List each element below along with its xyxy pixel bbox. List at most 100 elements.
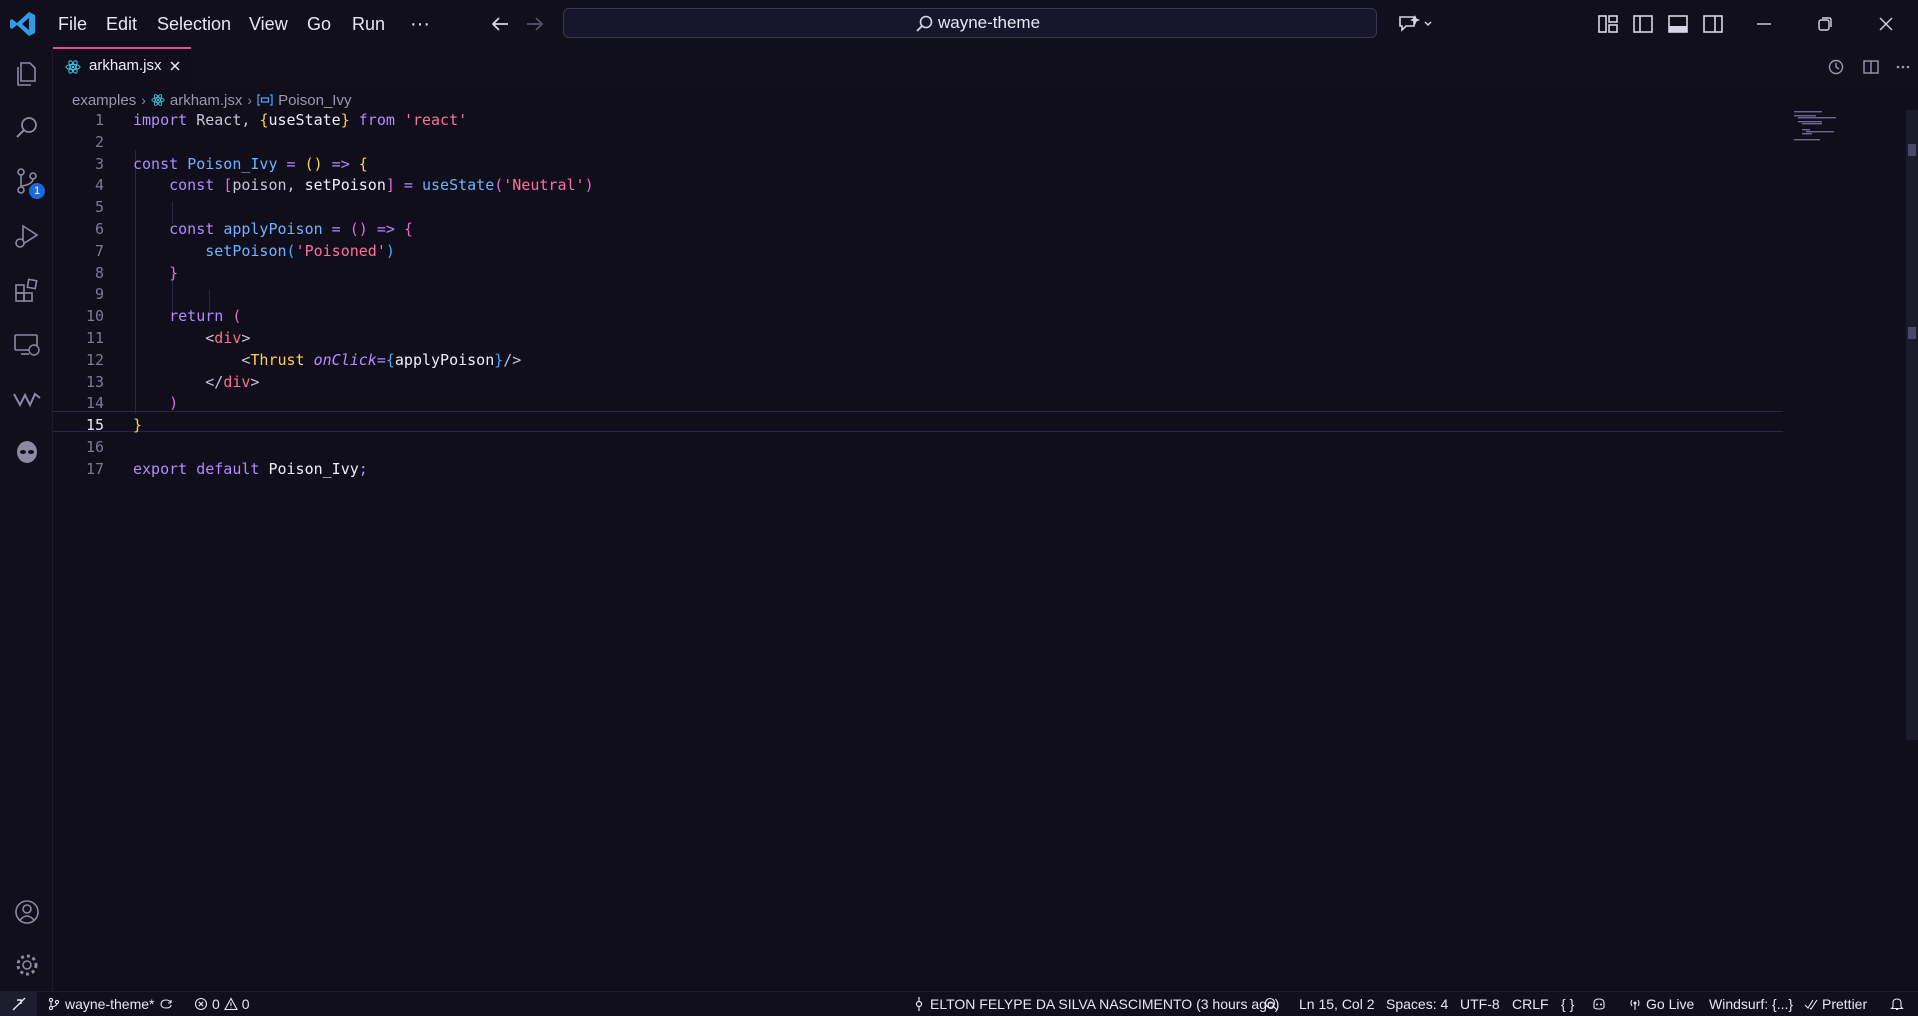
code-token: poison, xyxy=(232,176,305,195)
status-encoding[interactable]: UTF-8 xyxy=(1460,995,1500,1013)
code-line[interactable]: 9 xyxy=(53,284,1783,305)
code-line[interactable]: 12 <Thrust onClick={applyPoison}/> xyxy=(53,350,1783,371)
explorer-icon[interactable] xyxy=(12,59,42,89)
close-window-icon[interactable] xyxy=(1874,12,1898,36)
line-number: 14 xyxy=(85,394,104,413)
code-token: > xyxy=(241,329,251,347)
code-token: ) xyxy=(169,394,179,413)
code-line[interactable]: 10 return ( xyxy=(53,306,1783,327)
breadcrumb-file[interactable]: arkham.jsx xyxy=(170,92,243,109)
code-line[interactable]: 1 import React, {useState} from 'react' xyxy=(53,110,1783,131)
minimap[interactable] xyxy=(1790,110,1870,150)
status-branch[interactable]: wayne-theme* xyxy=(47,995,173,1013)
menu-edit[interactable]: Edit xyxy=(102,12,141,36)
code-line[interactable]: 2 xyxy=(53,132,1783,153)
code-line[interactable]: 15} xyxy=(53,415,1783,436)
status-windsurf[interactable]: Windsurf: {...} xyxy=(1709,995,1793,1013)
code-token: } xyxy=(133,416,143,435)
code-token: > xyxy=(250,372,260,391)
code-line[interactable]: 8 } xyxy=(53,263,1783,284)
menu-file[interactable]: File xyxy=(54,12,91,36)
cursor-position-text: Ln 15, Col 2 xyxy=(1299,996,1375,1012)
vertical-scrollbar[interactable] xyxy=(1906,110,1918,740)
toggle-secondary-sidebar-icon[interactable] xyxy=(1701,12,1725,36)
back-arrow-icon[interactable] xyxy=(488,12,512,36)
code-text: } xyxy=(133,415,142,436)
code-line[interactable]: 14 ) xyxy=(53,393,1783,414)
remote-indicator[interactable] xyxy=(0,992,37,1016)
code-token: { xyxy=(385,350,395,369)
breadcrumb-symbol[interactable]: Poison_Ivy xyxy=(278,92,351,109)
breadcrumb-folder[interactable]: examples xyxy=(72,92,136,109)
status-notifications[interactable] xyxy=(1890,995,1904,1013)
customize-layout-icon[interactable] xyxy=(1596,12,1620,36)
more-actions-icon[interactable] xyxy=(1893,57,1913,77)
title-bar: File Edit Selection View Go Run ··· wayn… xyxy=(0,0,1918,47)
status-indentation[interactable]: Spaces: 4 xyxy=(1386,995,1448,1013)
command-center-search[interactable]: wayne-theme xyxy=(563,8,1377,38)
line-number: 7 xyxy=(94,241,104,260)
status-cursor-position[interactable]: Ln 15, Col 2 xyxy=(1299,995,1375,1013)
tab-bar: arkham.jsx xyxy=(53,47,1918,85)
alien-icon[interactable] xyxy=(12,437,42,467)
toggle-panel-icon[interactable] xyxy=(1666,12,1690,36)
status-prettier[interactable]: Prettier xyxy=(1804,995,1867,1013)
menu-selection[interactable]: Selection xyxy=(153,12,235,36)
copilot-icon[interactable] xyxy=(1396,12,1436,36)
react-file-icon xyxy=(65,60,81,74)
code-line[interactable]: 13 </div> xyxy=(53,372,1783,393)
scrollbar-marker xyxy=(1908,327,1916,339)
sync-icon[interactable] xyxy=(159,997,173,1011)
code-line[interactable]: 7 setPoison('Poisoned') xyxy=(53,241,1783,262)
restore-icon[interactable] xyxy=(1813,12,1837,36)
code-line[interactable]: 16 xyxy=(53,437,1783,458)
zoom-out-icon xyxy=(1264,997,1278,1011)
timeline-history-icon[interactable] xyxy=(1826,57,1846,77)
code-text: setPoison('Poisoned') xyxy=(133,241,395,262)
status-problems[interactable]: 0 0 xyxy=(194,995,250,1013)
menu-run[interactable]: Run xyxy=(348,12,389,36)
tab-arkham-jsx[interactable]: arkham.jsx xyxy=(53,47,191,85)
menu-go[interactable]: Go xyxy=(303,12,335,36)
code-line[interactable]: 5 xyxy=(53,197,1783,218)
code-line[interactable]: 11 <div> xyxy=(53,328,1783,349)
settings-gear-icon[interactable] xyxy=(12,950,42,980)
tab-label: arkham.jsx xyxy=(89,57,162,74)
code-line[interactable]: 4 const [poison, setPoison] = useState('… xyxy=(53,175,1783,196)
code-token: => xyxy=(367,220,404,238)
code-line[interactable]: 17 export default Poison_Ivy; xyxy=(53,459,1783,480)
status-go-live[interactable]: Go Live xyxy=(1628,995,1694,1013)
code-line[interactable]: 3 const Poison_Ivy = () => { xyxy=(53,154,1783,175)
account-icon[interactable] xyxy=(12,897,42,927)
code-token: ] xyxy=(385,176,395,195)
status-copilot[interactable] xyxy=(1592,995,1606,1013)
close-icon[interactable] xyxy=(167,58,183,74)
code-editor[interactable]: 1 import React, {useState} from 'react' 2 3… xyxy=(53,110,1918,990)
toggle-primary-sidebar-icon[interactable] xyxy=(1631,12,1655,36)
minimize-icon[interactable] xyxy=(1752,12,1776,36)
forward-arrow-icon[interactable] xyxy=(523,12,547,36)
code-line[interactable]: 6 const applyPoison = () => { xyxy=(53,219,1783,240)
windsurf-icon[interactable] xyxy=(12,384,42,414)
code-token: setPoison xyxy=(304,176,386,195)
code-token: div xyxy=(214,329,242,347)
menu-more[interactable]: ··· xyxy=(406,12,434,36)
run-debug-icon[interactable] xyxy=(12,221,42,251)
status-zoom[interactable] xyxy=(1264,995,1278,1013)
encoding-text: UTF-8 xyxy=(1460,996,1500,1012)
menu-view[interactable]: View xyxy=(245,12,292,36)
split-editor-icon[interactable] xyxy=(1861,57,1881,77)
code-text: import React, {useState} from 'react' xyxy=(133,110,467,131)
status-git-blame[interactable]: ELTON FELYPE DA SILVA NASCIMENTO (3 hour… xyxy=(912,995,1279,1013)
chevron-right-icon: › xyxy=(247,92,253,108)
code-token: = xyxy=(277,154,305,173)
status-language-mode[interactable]: { } xyxy=(1561,995,1574,1013)
search-icon[interactable] xyxy=(12,113,42,143)
eol-text: CRLF xyxy=(1512,996,1549,1012)
extensions-icon[interactable] xyxy=(12,275,42,305)
status-eol[interactable]: CRLF xyxy=(1512,995,1549,1013)
code-text: } xyxy=(133,263,178,284)
remote-explorer-icon[interactable] xyxy=(12,330,42,360)
